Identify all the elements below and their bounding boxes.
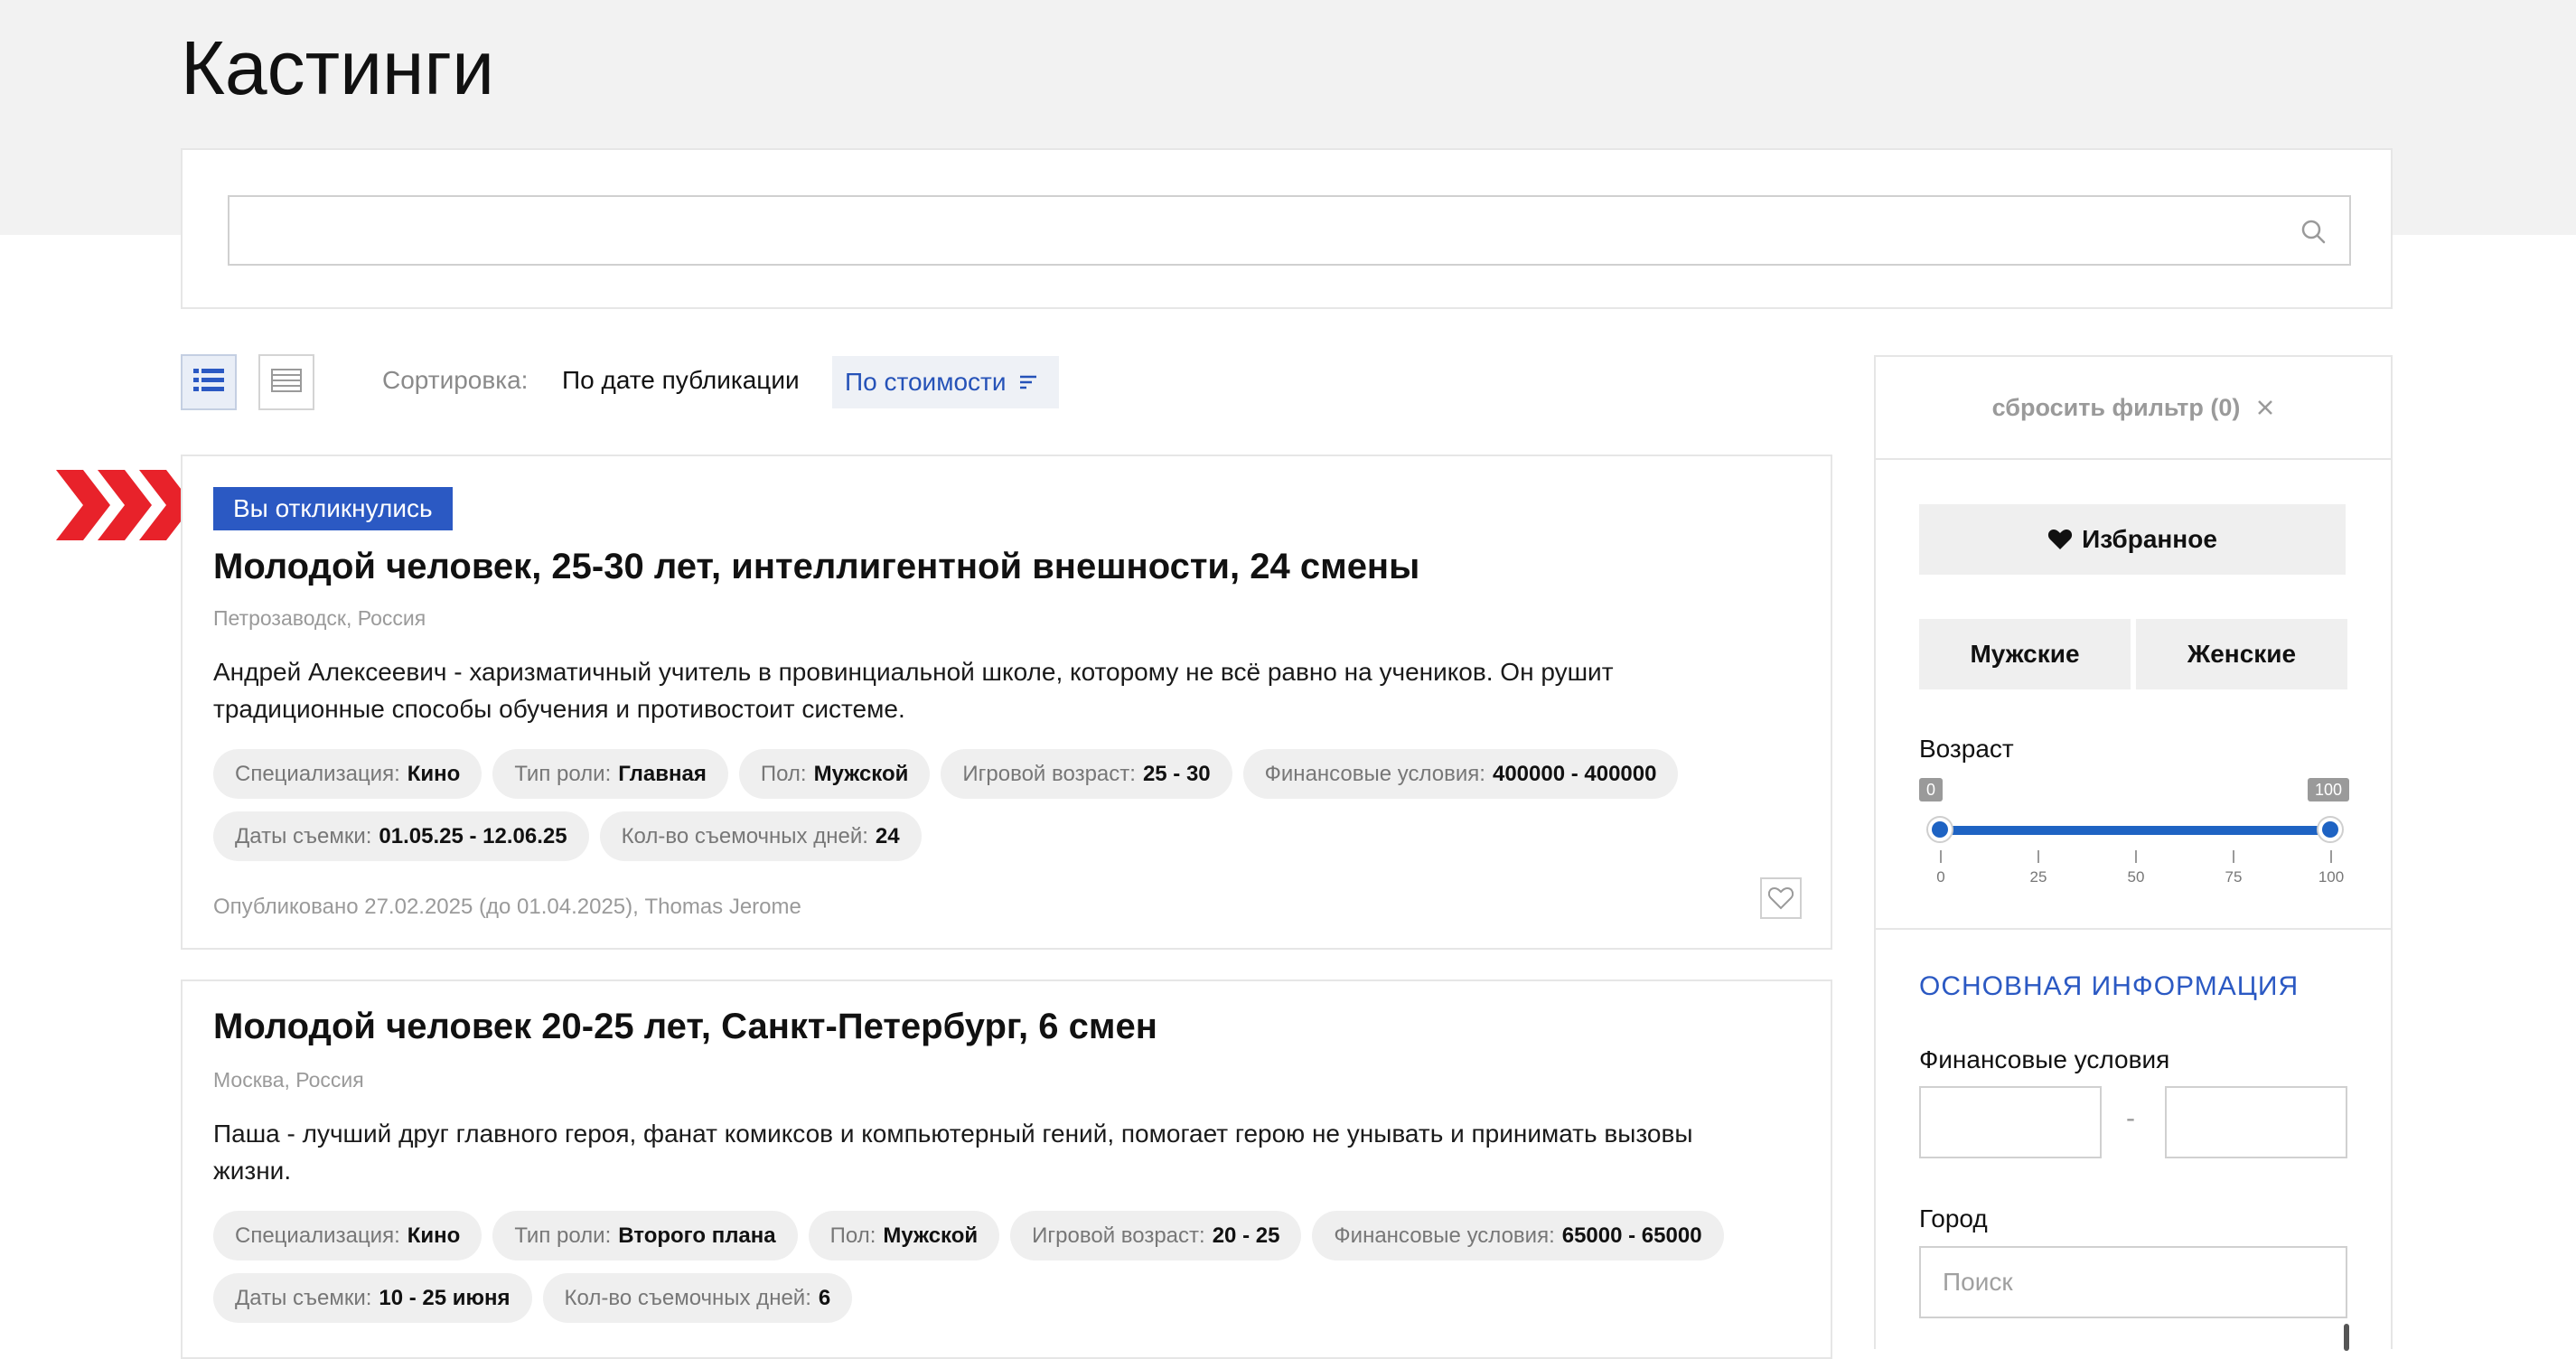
finance-label: Финансовые условия: [1919, 1045, 2170, 1073]
tag-gender: Пол: Мужской: [738, 749, 931, 799]
female-roles-button[interactable]: Женские: [2136, 619, 2347, 689]
tag-shooting-dates: Даты съемки: 10 - 25 июня: [213, 1273, 532, 1323]
search-icon[interactable]: [2299, 217, 2328, 246]
table-view-icon: [271, 368, 302, 398]
favorites-filter-button[interactable]: Избранное: [1919, 504, 2346, 575]
age-slider-track[interactable]: [1941, 826, 2331, 835]
tag-playing-age: Игровой возраст: 25 - 30: [941, 749, 1232, 799]
tag-role-type: Тип роли: Второго плана: [492, 1211, 798, 1261]
city-label: Город: [1919, 1204, 1988, 1232]
age-tick-label: 75: [2225, 868, 2243, 886]
casting-card[interactable]: Вы откликнулись Молодой человек, 25-30 л…: [181, 455, 1832, 950]
responded-badge: Вы откликнулись: [213, 487, 453, 530]
list-view-icon: [193, 368, 224, 398]
sort-by-cost[interactable]: По стоимости: [832, 356, 1059, 408]
casting-location: Москва, Россия: [213, 1068, 364, 1092]
age-max-bubble: 100: [2308, 778, 2350, 801]
finance-range-separator: -: [2126, 1103, 2135, 1133]
tag-specialization: Специализация: Кино: [213, 1211, 482, 1261]
male-roles-button[interactable]: Мужские: [1919, 619, 2131, 689]
favorites-label: Избранное: [2082, 525, 2217, 553]
list-view-button[interactable]: [181, 354, 237, 410]
age-tick: [2233, 850, 2234, 863]
age-tick: [1940, 850, 1942, 863]
age-tick: [2135, 850, 2137, 863]
sort-label: Сортировка:: [382, 366, 529, 394]
casting-card[interactable]: Молодой человек 20-25 лет, Санкт-Петербу…: [181, 979, 1832, 1359]
age-tick-label: 50: [2127, 868, 2145, 886]
reset-filter-button[interactable]: сбросить фильтр (0): [1876, 357, 2391, 460]
age-min-bubble: 0: [1919, 778, 1944, 801]
sort-by-date[interactable]: По дате публикации: [562, 366, 800, 395]
casting-description: Андрей Алексеевич - харизматичный учител…: [213, 658, 1614, 723]
sort-by-cost-label: По стоимости: [845, 368, 1007, 396]
tag-specialization: Специализация: Кино: [213, 749, 482, 799]
chevron-arrows-icon: [56, 470, 193, 540]
age-tick-label: 100: [2318, 868, 2345, 886]
page-title: Кастинги: [181, 25, 494, 110]
main-info-heading: ОСНОВНАЯ ИНФОРМАЦИЯ: [1919, 971, 2300, 1001]
heart-outline-icon[interactable]: [1760, 877, 1802, 919]
tag-shooting-days: Кол-во съемочных дней: 6: [542, 1273, 853, 1323]
age-min-handle[interactable]: [1926, 816, 1953, 843]
tag-playing-age: Игровой возраст: 20 - 25: [1010, 1211, 1302, 1261]
age-tick: [2330, 850, 2332, 863]
close-icon: [2256, 398, 2274, 417]
tag-shooting-days: Кол-во съемочных дней: 24: [599, 811, 922, 861]
search-panel: [181, 148, 2393, 309]
casting-tags: Специализация: Кино Тип роли: Второго план…: [213, 1211, 1803, 1323]
female-roles-label: Женские: [2187, 640, 2297, 668]
search-input[interactable]: [228, 195, 2351, 266]
filter-sidebar: сбросить фильтр (0) Избранное Мужские Же…: [1874, 355, 2393, 1351]
finance-min-input[interactable]: [1919, 1086, 2102, 1158]
publication-info: Опубликовано 27.02.2025 (до 01.04.2025),…: [213, 895, 801, 919]
age-tick: [2037, 850, 2039, 863]
male-roles-label: Мужские: [1970, 640, 2080, 668]
tag-gender: Пол: Мужской: [808, 1211, 1000, 1261]
table-view-button[interactable]: [258, 354, 314, 410]
tag-role-type: Тип роли: Главная: [492, 749, 728, 799]
age-label: Возраст: [1919, 735, 2014, 763]
age-tick-label: 0: [1936, 868, 1945, 886]
casting-location: Петрозаводск, Россия: [213, 606, 426, 630]
casting-title[interactable]: Молодой человек, 25-30 лет, интеллигентн…: [213, 547, 1419, 587]
age-tick-label: 25: [2029, 868, 2047, 886]
sort-icon: [1019, 374, 1037, 390]
finance-max-input[interactable]: [2165, 1086, 2347, 1158]
casting-title[interactable]: Молодой человек 20-25 лет, Санкт-Петербу…: [213, 1007, 1157, 1047]
tag-shooting-dates: Даты съемки: 01.05.25 - 12.06.25: [213, 811, 589, 861]
age-max-handle[interactable]: [2317, 816, 2344, 843]
casting-description: Паша - лучший друг главного героя, фанат…: [213, 1120, 1693, 1185]
section-divider: [1876, 928, 2391, 930]
scrollbar[interactable]: [2344, 1324, 2349, 1351]
tag-finance: Финансовые условия: 400000 - 400000: [1242, 749, 1679, 799]
tag-finance: Финансовые условия: 65000 - 65000: [1312, 1211, 1724, 1261]
heart-icon: [2047, 528, 2073, 551]
casting-tags: Специализация: Кино Тип роли: Главная Пол:…: [213, 749, 1803, 861]
city-search-input[interactable]: [1919, 1246, 2347, 1318]
reset-filter-label: сбросить фильтр (0): [1991, 393, 2241, 421]
